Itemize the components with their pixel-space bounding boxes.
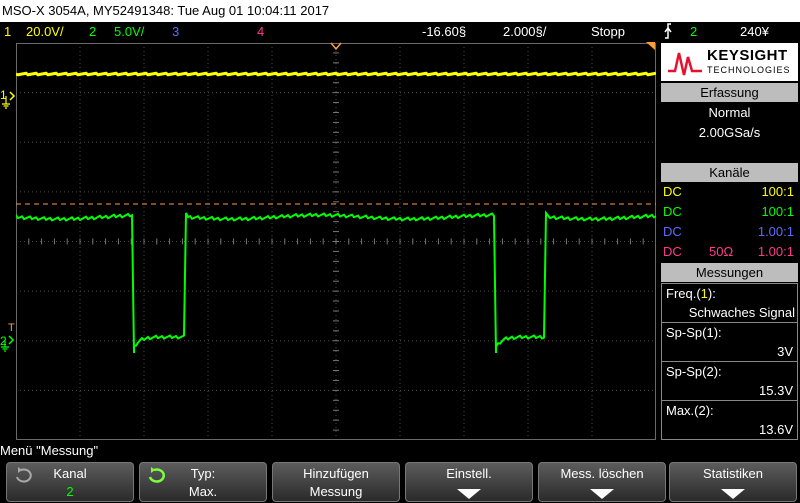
softkey-add-value: Messung [309,484,363,499]
ch1-number: 1 [4,24,12,39]
softkey-channel-label: Kanal [53,466,87,481]
side-panel: KEYSIGHT TECHNOLOGIES Erfassung Normal 2… [659,43,800,440]
ch4-number: 4 [257,24,265,39]
ch2-scale: 5.0V/ [114,24,145,39]
meas-header: Messungen [661,263,798,282]
run-state: Stopp [591,24,625,39]
softkey-statistics[interactable]: Statistiken [669,462,797,502]
title-bar: MSO-X 3054A, MY52491348: Tue Aug 01 10:0… [0,0,800,22]
ch2-number: 2 [89,24,97,39]
trigger-level: 240¥ [740,24,769,39]
meas-freq-box[interactable]: Freq.(1): Schwaches Signal [661,283,798,323]
meas-max2-value: 13.6V [759,422,793,437]
acq-header: Erfassung [661,83,798,102]
softkey-clear-label: Mess. löschen [560,466,644,481]
trigger-position-marker[interactable] [330,42,342,51]
trigger-right-marker [646,42,655,50]
brand-sub: TECHNOLOGIES [707,65,791,75]
meas-spp2-box[interactable]: Sp-Sp(2): 15.3V [661,361,798,401]
ch3-number: 3 [172,24,180,39]
meas-max2-box[interactable]: Max.(2): 13.6V [661,400,798,440]
softkey-bar: Kanal 2 Typ: Max. Hinzufügen Messung Ein… [0,460,800,503]
softkey-add-measurement[interactable]: Hinzufügen Messung [272,462,400,502]
status-bar: 1 20.0V/ 2 5.0V/ 3 4 -16.60§ 2.000§/ Sto… [0,22,800,42]
softkey-channel-value: 2 [66,484,74,499]
down-arrow-icon [590,489,614,499]
window-title: MSO-X 3054A, MY52491348: Tue Aug 01 10:0… [2,3,330,18]
meas-spp1-box[interactable]: Sp-Sp(1): 3V [661,322,798,362]
channel-2-probe: 100:1 [761,204,794,219]
channel-2-coupling: DC [663,204,682,219]
keysight-wave-icon [668,52,702,76]
graticule [15,42,657,441]
waveform-display[interactable] [15,42,657,441]
meas-spp2-label: Sp-Sp(2): [666,364,722,379]
meas-freq-value: Schwaches Signal [688,305,795,320]
time-scale: 2.000§/ [503,24,547,39]
meas-freq-label: Freq.(1): [666,286,716,301]
keysight-logo: KEYSIGHT TECHNOLOGIES [661,43,798,81]
channel-1-coupling: DC [663,184,682,199]
time-delay: -16.60§ [422,24,467,39]
channel-3-probe: 1.00:1 [757,224,794,239]
channel-1-probe: 100:1 [761,184,794,199]
channel-4-coupling: DC [663,244,682,259]
softkey-add-label: Hinzufügen [303,466,369,481]
channel-4-impedance: 50Ω [709,244,734,259]
ch2-ground-marker[interactable]: T 2 [0,322,16,352]
channel-4-probe: 1.00:1 [757,244,794,259]
softkey-type-label: Typ: [190,466,216,481]
down-arrow-icon [457,489,481,499]
ch1-trace [15,71,657,77]
acq-mode: Normal [708,105,751,120]
channel-3-coupling: DC [663,224,682,239]
trigger-source: 2 [690,24,698,39]
meas-max2-label: Max.(2): [666,403,714,418]
ch1-ground-marker[interactable]: 1 [0,88,16,110]
meas-spp1-label: Sp-Sp(1): [666,325,722,340]
trigger-edge-icon [662,23,674,42]
menu-title: Menü "Messung" [0,443,99,458]
brand-name: KEYSIGHT [707,47,788,64]
softkey-type-value: Max. [188,484,218,499]
softkey-statistics-label: Statistiken [703,466,763,481]
meas-spp1-value: 3V [777,344,793,359]
ch1-scale: 20.0V/ [26,24,64,39]
softkey-type[interactable]: Typ: Max. [139,462,267,502]
softkey-channel[interactable]: Kanal 2 [6,462,134,502]
acq-rate: 2.00GSa/s [698,125,761,140]
softkey-clear-measurements[interactable]: Mess. löschen [538,462,666,502]
softkey-settings[interactable]: Einstell. [405,462,533,502]
softkey-settings-label: Einstell. [446,466,492,481]
meas-spp2-value: 15.3V [759,383,793,398]
channels-header: Kanäle [661,163,798,182]
down-arrow-icon [721,489,745,499]
